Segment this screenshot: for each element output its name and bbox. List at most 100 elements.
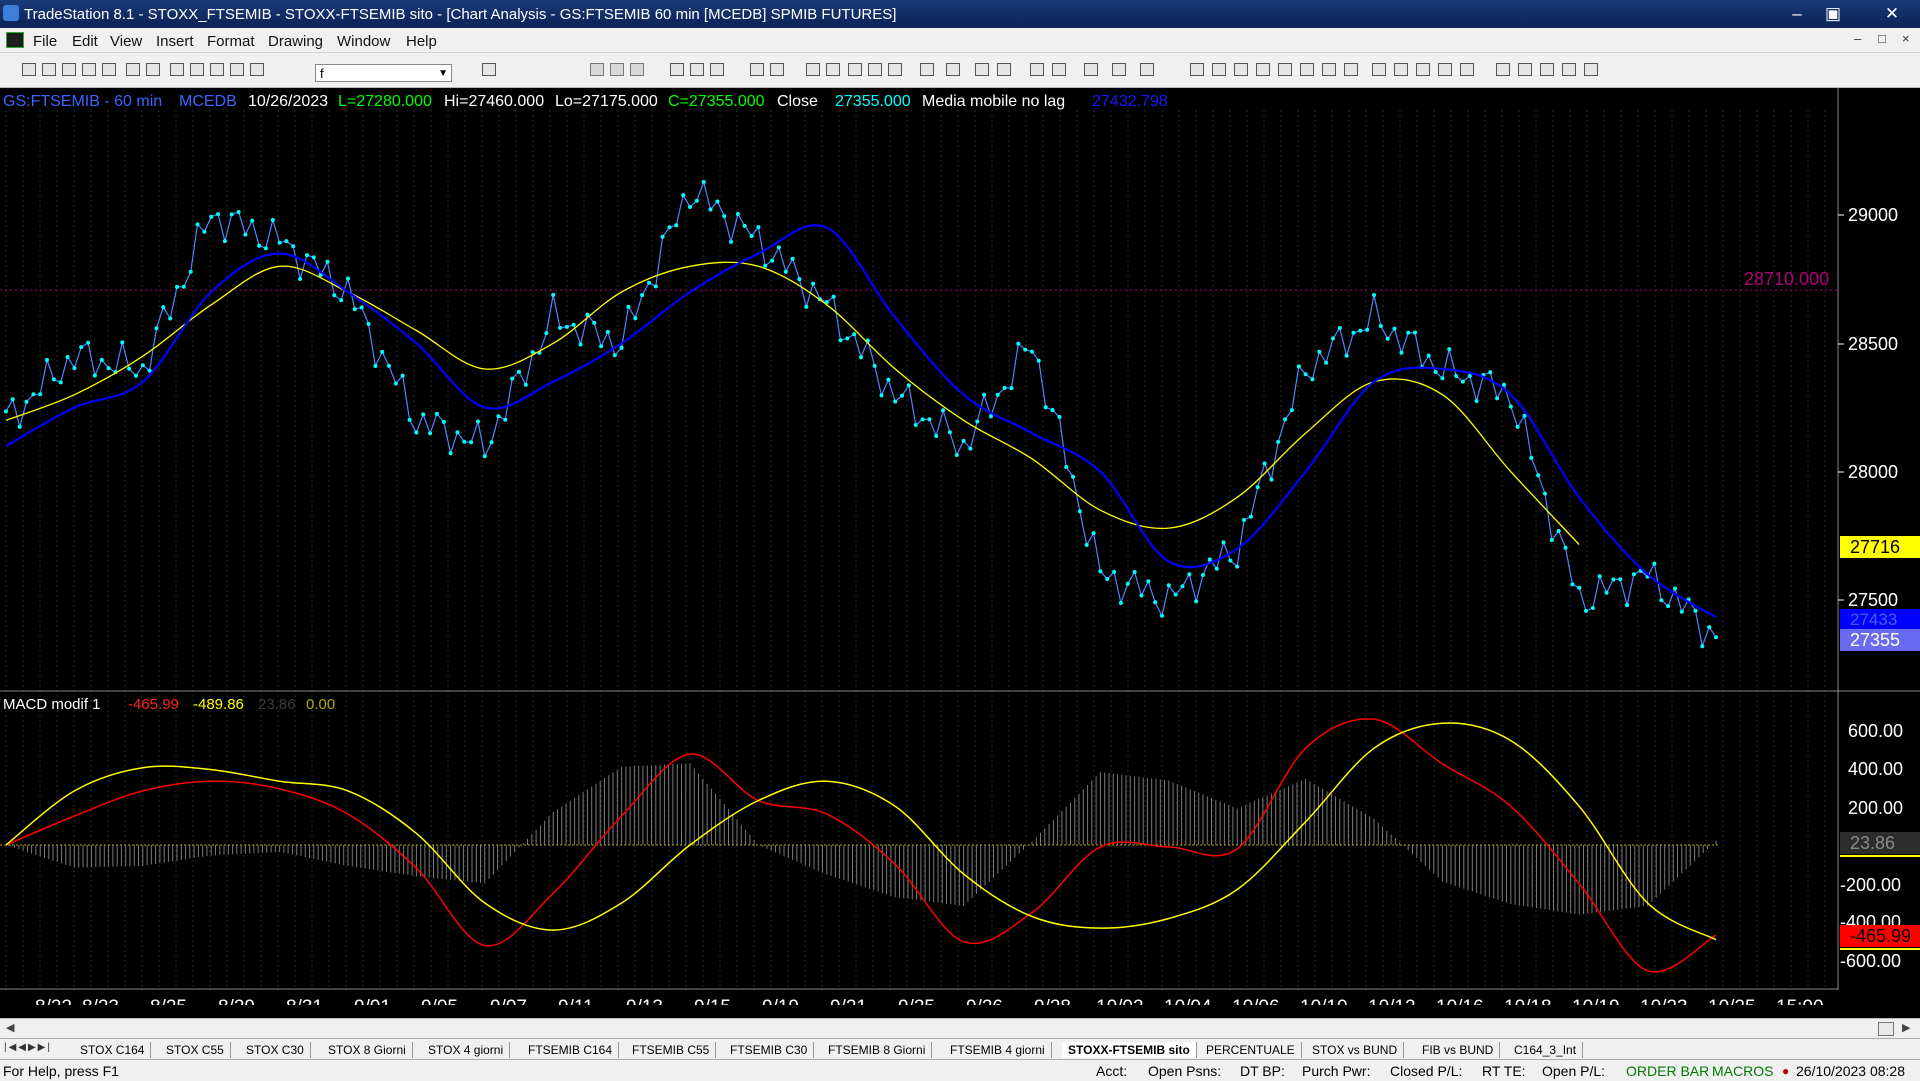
cut-icon[interactable] — [170, 63, 184, 76]
tab-stoxx-ftsemib-sito[interactable]: STOXX-FTSEMIB sito — [1062, 1042, 1197, 1058]
horizontal-scrollbar[interactable]: ◀ ▶ — [0, 1018, 1920, 1039]
tool-icon[interactable] — [1140, 63, 1154, 76]
copy-icon[interactable] — [190, 63, 204, 76]
drawing-tool-icon[interactable] — [1460, 63, 1474, 76]
tab-ftsemib-8-giorni[interactable]: FTSEMIB 8 Giorni — [822, 1042, 933, 1058]
window-icon[interactable] — [630, 63, 644, 76]
drawing-tool-icon[interactable] — [1438, 63, 1452, 76]
tab-fib-vs-bund[interactable]: FIB vs BUND — [1416, 1042, 1501, 1058]
price-point — [65, 355, 70, 359]
bar-chart-icon[interactable] — [868, 63, 882, 76]
bar-spacing-icon[interactable] — [946, 63, 960, 76]
price-point — [1618, 577, 1623, 582]
bar-spacing-icon[interactable] — [920, 63, 934, 76]
tab-ftsemib-c55[interactable]: FTSEMIB C55 — [626, 1042, 717, 1058]
menu-drawing[interactable]: Drawing — [268, 33, 323, 50]
macros-indicator[interactable]: MACROS — [1712, 1063, 1773, 1079]
trendline-icon[interactable] — [1190, 63, 1204, 76]
order-bar-indicator[interactable]: ORDER BAR — [1626, 1063, 1709, 1079]
symbol-combobox[interactable]: f ▼ — [315, 64, 452, 82]
price-point — [448, 451, 453, 456]
mdi-minimize-button[interactable]: – — [1854, 31, 1861, 46]
print-icon[interactable] — [146, 63, 160, 76]
data-tip-icon[interactable] — [1052, 63, 1066, 76]
drawing-tool-icon[interactable] — [1256, 63, 1270, 76]
mdi-restore-button[interactable]: □ — [1878, 31, 1886, 46]
drawing-tool-icon[interactable] — [1584, 63, 1598, 76]
tab-percentuale[interactable]: PERCENTUALE — [1200, 1042, 1302, 1058]
drawing-tool-icon[interactable] — [1518, 63, 1532, 76]
bar-chart-icon[interactable] — [848, 63, 862, 76]
insert-symbol-icon[interactable] — [250, 63, 264, 76]
drawing-tool-icon[interactable] — [1394, 63, 1408, 76]
drawing-tool-icon[interactable] — [1562, 63, 1576, 76]
bar-chart-icon[interactable] — [888, 63, 902, 76]
tab-stox-4-giorni[interactable]: STOX 4 giorni — [422, 1042, 511, 1058]
scroll-thumb[interactable] — [1878, 1022, 1894, 1036]
tab-c164-3-int[interactable]: C164_3_Int — [1508, 1042, 1584, 1058]
tool-icon[interactable] — [1084, 63, 1098, 76]
tab-ftsemib-c30[interactable]: FTSEMIB C30 — [724, 1042, 815, 1058]
tab-scroll-arrows-icon[interactable]: |◀◀▶▶| — [4, 1042, 52, 1053]
scroll-left-icon[interactable]: ◀ — [6, 1021, 14, 1034]
menu-edit[interactable]: Edit — [72, 33, 98, 50]
zoom-in-icon[interactable] — [975, 63, 989, 76]
find-icon[interactable] — [482, 63, 496, 76]
close-workspace-icon[interactable] — [82, 63, 96, 76]
mdi-close-button[interactable]: × — [1902, 31, 1910, 46]
chart-icon[interactable] — [670, 63, 684, 76]
new-icon[interactable] — [22, 63, 36, 76]
drawing-tool-icon[interactable] — [1300, 63, 1314, 76]
format-icon[interactable] — [230, 63, 244, 76]
maximize-button[interactable]: ▣ — [1812, 2, 1854, 26]
save-all-icon[interactable] — [126, 63, 140, 76]
tab-stox-c164[interactable]: STOX C164 — [74, 1042, 152, 1058]
drawing-tool-icon[interactable] — [1278, 63, 1292, 76]
menu-format[interactable]: Format — [207, 33, 255, 50]
close-button[interactable]: ✕ — [1868, 2, 1916, 26]
window-icon[interactable] — [590, 63, 604, 76]
menu-view[interactable]: View — [110, 33, 142, 50]
drawing-tool-icon[interactable] — [1344, 63, 1358, 76]
drawing-tool-icon[interactable] — [1416, 63, 1430, 76]
tab-stox-c55[interactable]: STOX C55 — [160, 1042, 231, 1058]
menu-window[interactable]: Window — [337, 33, 390, 50]
chevron-down-icon[interactable]: ▼ — [438, 65, 448, 83]
drawing-tool-icon[interactable] — [1234, 63, 1248, 76]
chart-icon[interactable] — [690, 63, 704, 76]
price-point — [270, 218, 275, 222]
tab-ftsemib-4-giorni[interactable]: FTSEMIB 4 giorni — [944, 1042, 1052, 1058]
tab-stox-vs-bund[interactable]: STOX vs BUND — [1306, 1042, 1405, 1058]
drawing-tool-icon[interactable] — [1372, 63, 1386, 76]
zoom-out-icon[interactable] — [997, 63, 1011, 76]
drawing-tool-icon[interactable] — [1540, 63, 1554, 76]
macd-value-tag-text: -465.99 — [1850, 926, 1911, 946]
scroll-right-icon[interactable]: ▶ — [1902, 1021, 1910, 1034]
window-icon[interactable] — [610, 63, 624, 76]
price-point — [1023, 347, 1028, 352]
scanner-icon[interactable] — [770, 63, 784, 76]
chart-type-icon[interactable] — [826, 63, 840, 76]
tab-ftsemib-c164[interactable]: FTSEMIB C164 — [522, 1042, 620, 1058]
tab-stox-8-giorni[interactable]: STOX 8 Giorni — [322, 1042, 413, 1058]
chart-icon[interactable] — [710, 63, 724, 76]
tab-stox-c30[interactable]: STOX C30 — [240, 1042, 311, 1058]
drawing-tool-icon[interactable] — [1212, 63, 1226, 76]
chart-window-icon[interactable] — [6, 32, 24, 48]
save-icon[interactable] — [102, 63, 116, 76]
pointer-icon[interactable] — [1030, 63, 1044, 76]
radar-icon[interactable] — [750, 63, 764, 76]
open-icon[interactable] — [42, 63, 56, 76]
chart-type-icon[interactable] — [806, 63, 820, 76]
chart-analysis-area[interactable]: GS:FTSEMIB - 60 min MCEDB 10/26/2023 L=2… — [0, 88, 1920, 1005]
menu-file[interactable]: File — [33, 33, 57, 50]
open-workspace-icon[interactable] — [62, 63, 76, 76]
tool-icon[interactable] — [1112, 63, 1126, 76]
menu-help[interactable]: Help — [406, 33, 437, 50]
drawing-tool-icon[interactable] — [1322, 63, 1336, 76]
drawing-tool-icon[interactable] — [1496, 63, 1510, 76]
lock-icon[interactable] — [210, 63, 224, 76]
menu-insert[interactable]: Insert — [156, 33, 194, 50]
price-point — [510, 376, 515, 381]
price-point — [783, 269, 788, 274]
